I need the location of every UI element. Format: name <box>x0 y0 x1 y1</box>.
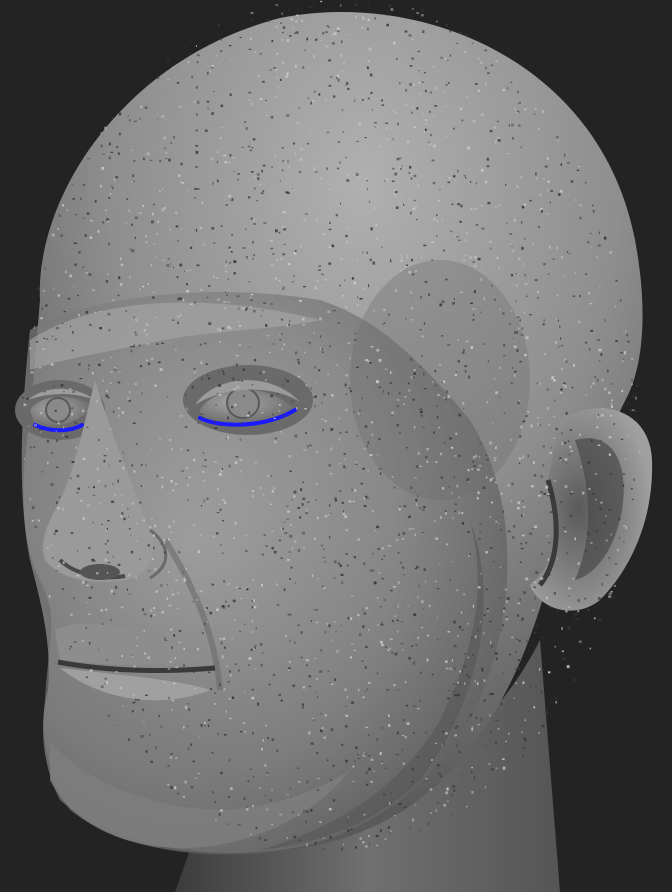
3d-viewport[interactable] <box>0 0 672 892</box>
viewport-canvas <box>0 0 672 892</box>
temple-shadow <box>350 260 530 500</box>
